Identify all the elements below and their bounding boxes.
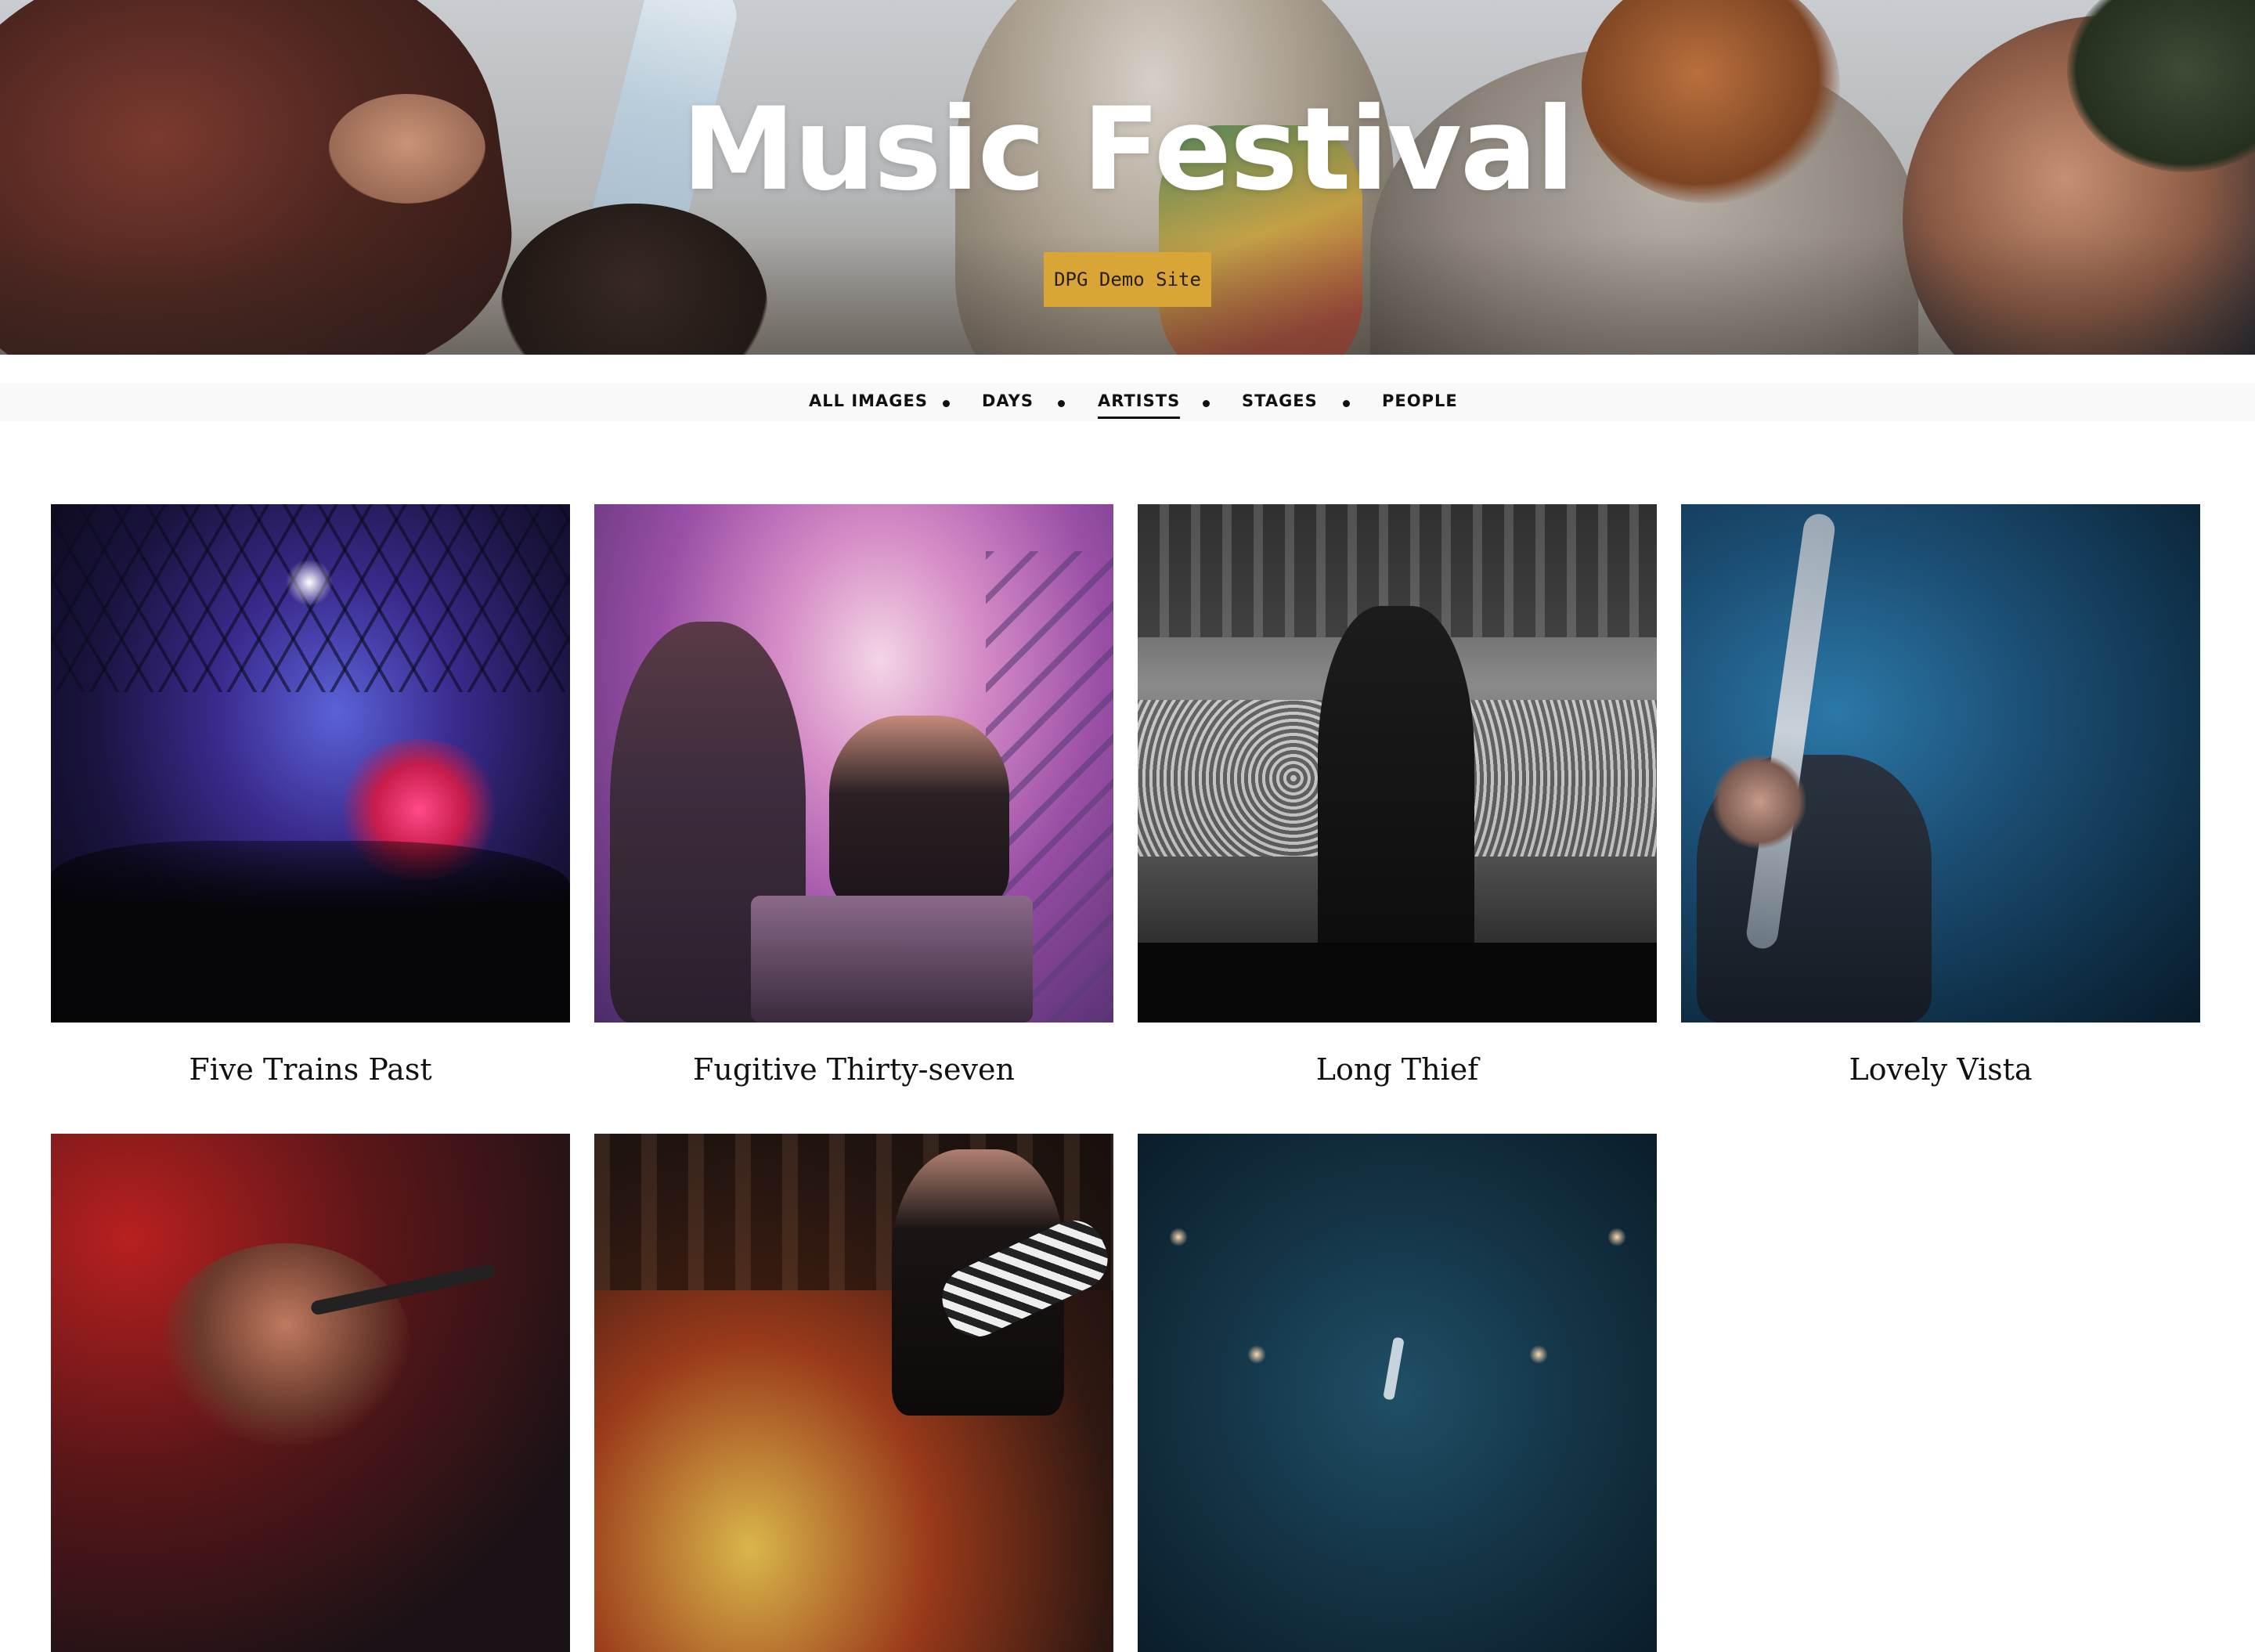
gallery-item-title[interactable]: Lovely Vista bbox=[1681, 1052, 2200, 1087]
gallery-item: Lovely Vista bbox=[1681, 504, 2200, 1087]
photo-stage-light bbox=[1529, 1345, 1548, 1364]
gallery-photo[interactable] bbox=[1138, 504, 1657, 1023]
photo-stage-light bbox=[1169, 1228, 1188, 1246]
nav-separator-dot bbox=[1203, 400, 1210, 407]
gallery-item-title[interactable]: Five Trains Past bbox=[51, 1052, 570, 1087]
gallery-item: Five Trains Past bbox=[51, 504, 570, 1087]
gallery-photo[interactable] bbox=[594, 1134, 1113, 1652]
gallery-item bbox=[51, 1134, 570, 1652]
gallery-item-title[interactable]: Fugitive Thirty-seven bbox=[594, 1052, 1113, 1087]
filter-artists[interactable]: ARTISTS bbox=[1098, 391, 1181, 419]
gallery-item-title[interactable]: Long Thief bbox=[1138, 1052, 1657, 1087]
nav-separator-dot bbox=[943, 400, 950, 407]
nav-separator-dot bbox=[1058, 400, 1065, 407]
filter-people[interactable]: PEOPLE bbox=[1382, 391, 1458, 417]
gallery-item bbox=[594, 1134, 1113, 1652]
gallery-item bbox=[1138, 1134, 1657, 1652]
gallery-item: Fugitive Thirty-seven bbox=[594, 504, 1113, 1087]
photo-stage-light bbox=[1607, 1228, 1626, 1246]
demo-site-button[interactable]: DPG Demo Site bbox=[1044, 252, 1211, 307]
filter-days[interactable]: DAYS bbox=[982, 391, 1034, 417]
site-title: Music Festival bbox=[681, 83, 1575, 216]
filter-all-images[interactable]: ALL IMAGES bbox=[809, 391, 928, 417]
gallery-filter-nav: ALL IMAGES DAYS ARTISTS STAGES PEOPLE bbox=[0, 384, 2255, 421]
gallery-photo[interactable] bbox=[1681, 504, 2200, 1023]
nav-separator-dot bbox=[1343, 400, 1350, 407]
gallery-photo[interactable] bbox=[51, 504, 570, 1023]
hero-banner: Music Festival DPG Demo Site bbox=[0, 0, 2255, 355]
photo-crowd-silhouette bbox=[51, 841, 570, 1023]
photo-raised-hand bbox=[1383, 1336, 1405, 1401]
filter-stages[interactable]: STAGES bbox=[1242, 391, 1318, 417]
photo-singer bbox=[161, 1243, 411, 1447]
gallery-item: Long Thief bbox=[1138, 504, 1657, 1087]
gallery-photo[interactable] bbox=[594, 504, 1113, 1023]
photo-drummer bbox=[829, 716, 1009, 911]
photo-drum-kit bbox=[751, 896, 1033, 1023]
photo-stage-floor bbox=[1138, 943, 1657, 1023]
gallery-photo[interactable] bbox=[51, 1134, 570, 1652]
photo-spotlight bbox=[286, 559, 333, 606]
photo-guitarist bbox=[1318, 606, 1474, 982]
gallery-photo[interactable] bbox=[1138, 1134, 1657, 1652]
photo-stage-light bbox=[1247, 1345, 1266, 1364]
photo-performer-face bbox=[1712, 755, 1806, 849]
